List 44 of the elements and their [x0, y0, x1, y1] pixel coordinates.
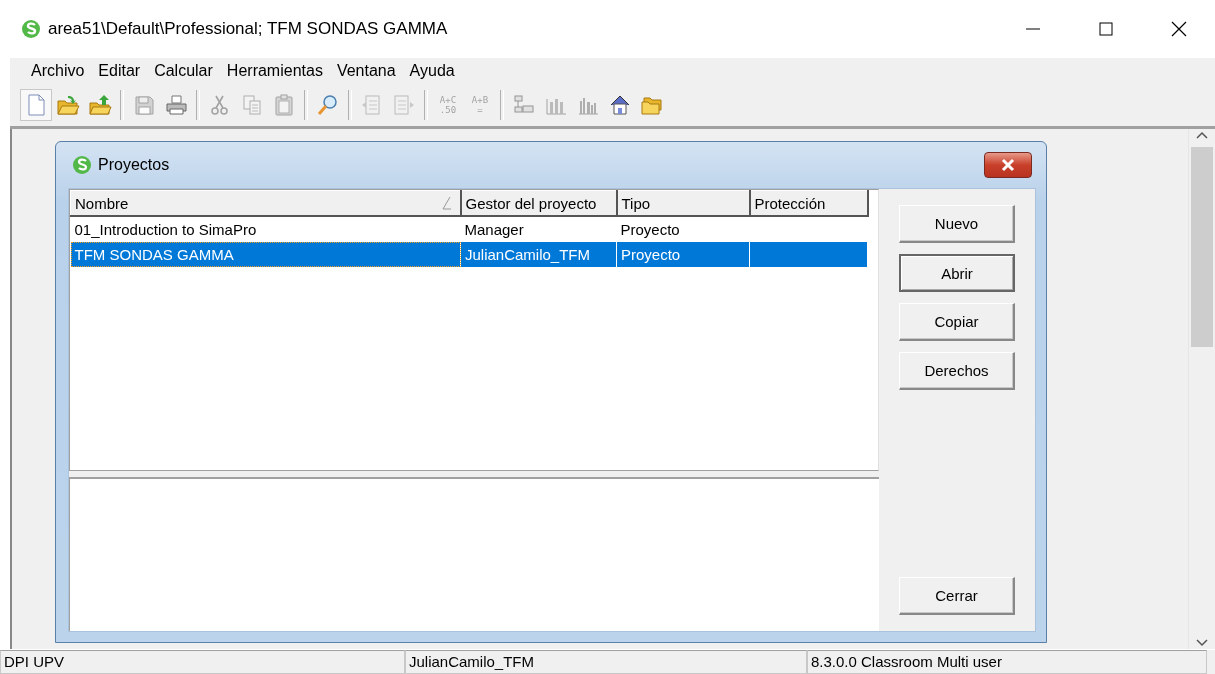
menu-item[interactable]: Archivo — [24, 62, 92, 80]
folder-arrow-icon — [88, 93, 112, 117]
table-cell: Manager — [460, 216, 617, 242]
dialog-button[interactable]: Copiar — [899, 303, 1015, 341]
table-cell: Proyecto — [616, 242, 750, 267]
status-text: DPI UPV — [0, 650, 405, 674]
column-header[interactable]: Tipo — [616, 190, 750, 216]
dialog-button[interactable]: Derechos — [899, 352, 1015, 390]
column-header[interactable]: Protección — [749, 190, 868, 216]
app-logo-icon — [20, 19, 42, 39]
column-header[interactable]: Nombre — [70, 190, 461, 216]
document-button[interactable] — [20, 89, 52, 121]
status-text: JulianCamilo_TFM — [405, 650, 807, 674]
table-cell: Proyecto — [616, 216, 750, 242]
app-logo-icon — [72, 155, 92, 175]
dialog-button[interactable]: Cerrar — [899, 577, 1015, 615]
dialog-title: Proyectos — [98, 156, 170, 174]
vertical-scrollbar[interactable] — [1188, 129, 1215, 649]
window-title: area51\Default\Professional; TFM SONDAS GAMMA — [48, 19, 448, 39]
menu-item[interactable]: Ayuda — [402, 62, 462, 80]
column-header[interactable]: Gestor del proyecto — [460, 190, 617, 216]
menu-item[interactable]: Editar — [91, 62, 148, 80]
dialog-button[interactable]: Nuevo — [899, 205, 1015, 243]
list-arrow-icon — [392, 93, 416, 117]
menu-item[interactable]: Calcular — [147, 62, 220, 80]
dialog-button[interactable]: Abrir — [899, 254, 1015, 292]
table-row[interactable]: 01_Introduction to SimaPro Manager Proyecto — [70, 216, 868, 242]
printer-icon — [164, 93, 188, 117]
close-icon — [1000, 158, 1016, 172]
house-icon — [608, 93, 632, 117]
table-cell: TFM SONDAS GAMMA — [70, 242, 461, 267]
copy-icon — [240, 93, 264, 117]
status-text: 8.3.0.0 Classroom Multi user — [807, 650, 1207, 674]
menu-item[interactable]: Herramientas — [219, 62, 330, 80]
clipboard-icon — [272, 93, 296, 117]
minimize-icon — [1025, 28, 1040, 30]
folder-arrow-icon — [56, 93, 80, 117]
table-cell: 01_Introduction to SimaPro — [70, 216, 461, 242]
table-row[interactable]: TFM SONDAS GAMMA JulianCamilo_TFM Proyecto — [70, 242, 868, 267]
menu-item[interactable]: Ventana — [329, 62, 403, 80]
close-button[interactable] — [984, 152, 1032, 178]
table-cell: JulianCamilo_TFM — [460, 242, 617, 267]
search-icon — [316, 93, 340, 117]
sort-icon — [441, 196, 452, 210]
